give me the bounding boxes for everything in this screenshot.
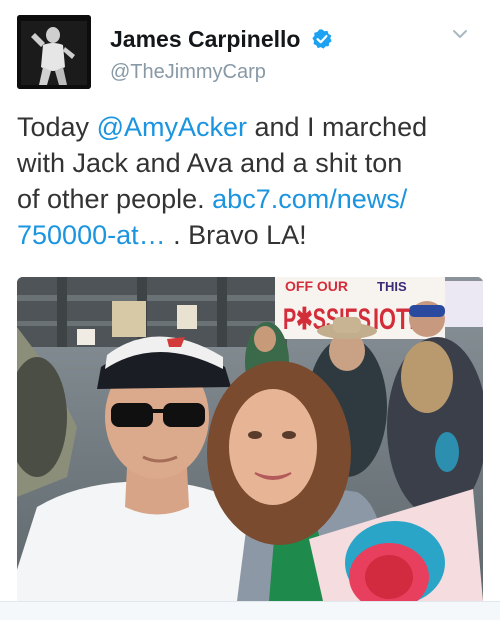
sign-text-top-right: THIS	[377, 279, 407, 294]
avatar[interactable]	[17, 15, 91, 89]
tweet-text-segment: Today	[17, 112, 97, 142]
user-handle[interactable]: @TheJimmyCarp	[110, 61, 266, 84]
chevron-down-icon[interactable]	[452, 28, 468, 40]
tweet-photo[interactable]: OFF OUR THIS P✱SSIES IOTIC	[17, 277, 483, 601]
tweet-text-segment: with Jack and Ava and a shit ton	[17, 148, 403, 178]
verified-badge-icon	[312, 29, 332, 49]
article-link[interactable]: abc7.com/news/	[212, 184, 407, 214]
march-selfie-image: OFF OUR THIS P✱SSIES IOTIC	[17, 277, 483, 601]
tweet-text-segment: of other people.	[17, 184, 213, 214]
article-link-continued[interactable]: 750000-at…	[17, 220, 166, 250]
tweet-text-segment: and I marched	[247, 112, 428, 142]
mention-link[interactable]: @AmyAcker	[97, 112, 247, 142]
display-name[interactable]: James Carpinello	[110, 26, 333, 53]
tweet-footer-divider	[0, 601, 500, 620]
tweet-text-segment: . Bravo LA!	[165, 220, 307, 250]
avatar-image	[17, 15, 91, 89]
display-name-text: James Carpinello	[110, 26, 301, 52]
sign-text-top: OFF OUR	[285, 278, 348, 294]
tweet-text: Today @AmyAcker and I marched with Jack …	[17, 109, 487, 253]
